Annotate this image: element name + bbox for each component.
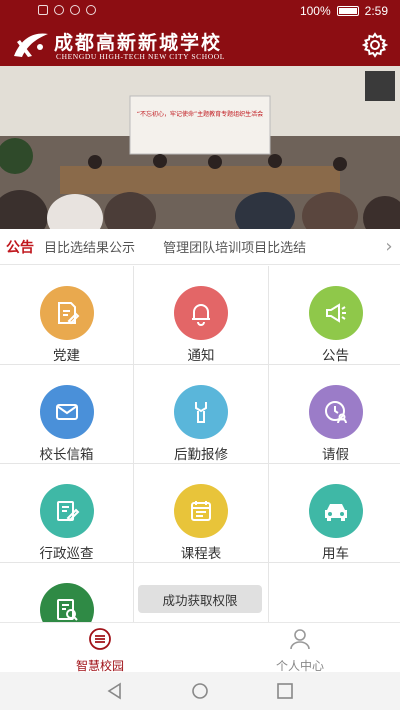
notice-item[interactable]: 管理团队培训项目比选结 xyxy=(163,241,306,256)
grid-item-principal-mailbox[interactable]: 校长信箱 xyxy=(0,365,133,463)
battery-percent: 100% xyxy=(299,4,331,18)
chevron-right-icon[interactable]: › xyxy=(378,236,400,257)
grid-item-party-building[interactable]: 党建 xyxy=(0,266,133,364)
grid-item-announcement[interactable]: 公告 xyxy=(269,266,400,364)
school-name-en: CHENGDU HIGH-TECH NEW CITY SCHOOL xyxy=(56,52,225,61)
grid-empty-cell xyxy=(269,563,400,622)
document-edit-icon xyxy=(39,286,94,340)
app-screen: 100% 2:59 成都高新新城学校 CHENGDU HIGH-TECH NEW… xyxy=(0,0,400,710)
grid-item-label: 校长信箱 xyxy=(39,447,94,463)
meeting-photo: “不忘初心，牢记使命”主题教育专题组织生活会 xyxy=(0,66,400,229)
bell-icon xyxy=(174,286,228,340)
notice-marquee[interactable]: 目比选结果公示 管理团队培训项目比选结 xyxy=(44,237,378,256)
grid-item-label: 通知 xyxy=(187,348,215,364)
clock-person-icon xyxy=(308,385,363,439)
school-logo-icon xyxy=(14,33,48,57)
document-search-icon xyxy=(39,583,94,622)
usb-icon xyxy=(70,5,80,15)
grid-item-label: 党建 xyxy=(53,348,80,364)
grid-item-label: 用车 xyxy=(322,546,349,562)
grid-item-vehicle[interactable]: 用车 xyxy=(269,464,400,562)
nav-smart-campus[interactable]: 智慧校园 xyxy=(0,627,200,674)
status-icons xyxy=(38,5,96,15)
nav-personal-center[interactable]: 个人中心 xyxy=(200,627,400,674)
notice-bar[interactable]: 公告 目比选结果公示 管理团队培训项目比选结 › xyxy=(0,229,400,265)
status-bar: 100% 2:59 xyxy=(0,0,400,24)
grid-item-leave-request[interactable]: 请假 xyxy=(269,365,400,463)
campus-list-icon xyxy=(89,628,111,650)
mail-icon xyxy=(39,385,94,439)
grid-item-document-search[interactable] xyxy=(0,563,133,622)
grid-item-label: 课程表 xyxy=(180,546,222,562)
grid-item-label: 公告 xyxy=(322,348,349,364)
notice-item[interactable]: 目比选结果公示 xyxy=(44,241,135,256)
gear-icon[interactable] xyxy=(362,32,388,58)
clock: 2:59 xyxy=(364,4,388,18)
grid-item-timetable[interactable]: 课程表 xyxy=(134,464,268,562)
wrench-icon xyxy=(174,385,228,439)
back-triangle-icon[interactable] xyxy=(106,682,124,700)
notification-icon xyxy=(38,5,48,15)
megaphone-icon xyxy=(308,286,363,340)
wifi-icon xyxy=(54,5,64,15)
grid-item-logistics-repair[interactable]: 后勤报修 xyxy=(134,365,268,463)
banner-slide-text: “不忘初心，牢记使命”主题教育专题组织生活会 xyxy=(137,110,263,118)
grid-item-label: 请假 xyxy=(322,447,349,463)
grid-item-label: 行政巡查 xyxy=(39,546,94,562)
grid-item-notification[interactable]: 通知 xyxy=(134,266,268,364)
schedule-icon xyxy=(174,484,228,538)
toast-message: 成功获取权限 xyxy=(138,585,262,613)
app-header: 成都高新新城学校 CHENGDU HIGH-TECH NEW CITY SCHO… xyxy=(0,24,400,66)
car-icon xyxy=(308,484,363,538)
banner-image[interactable]: “不忘初心，牢记使命”主题教育专题组织生活会 xyxy=(0,66,400,229)
function-grid: 党建 通知 公告 校长信箱 后勤报修 请假 行政巡查 课程表 用车 xyxy=(0,266,400,622)
system-nav-bar xyxy=(0,672,400,710)
battery-icon xyxy=(336,6,359,16)
notice-label: 公告 xyxy=(6,239,34,256)
grid-item-label: 后勤报修 xyxy=(174,447,228,463)
grid-item-admin-inspection[interactable]: 行政巡查 xyxy=(0,464,133,562)
search-icon xyxy=(86,5,96,15)
person-icon xyxy=(290,629,310,650)
home-circle-icon[interactable] xyxy=(191,682,209,700)
bottom-nav: 智慧校园 个人中心 xyxy=(0,622,400,674)
school-name-cn: 成都高新新城学校 xyxy=(54,32,223,54)
inspect-edit-icon xyxy=(39,484,94,538)
recents-square-icon[interactable] xyxy=(276,682,294,700)
